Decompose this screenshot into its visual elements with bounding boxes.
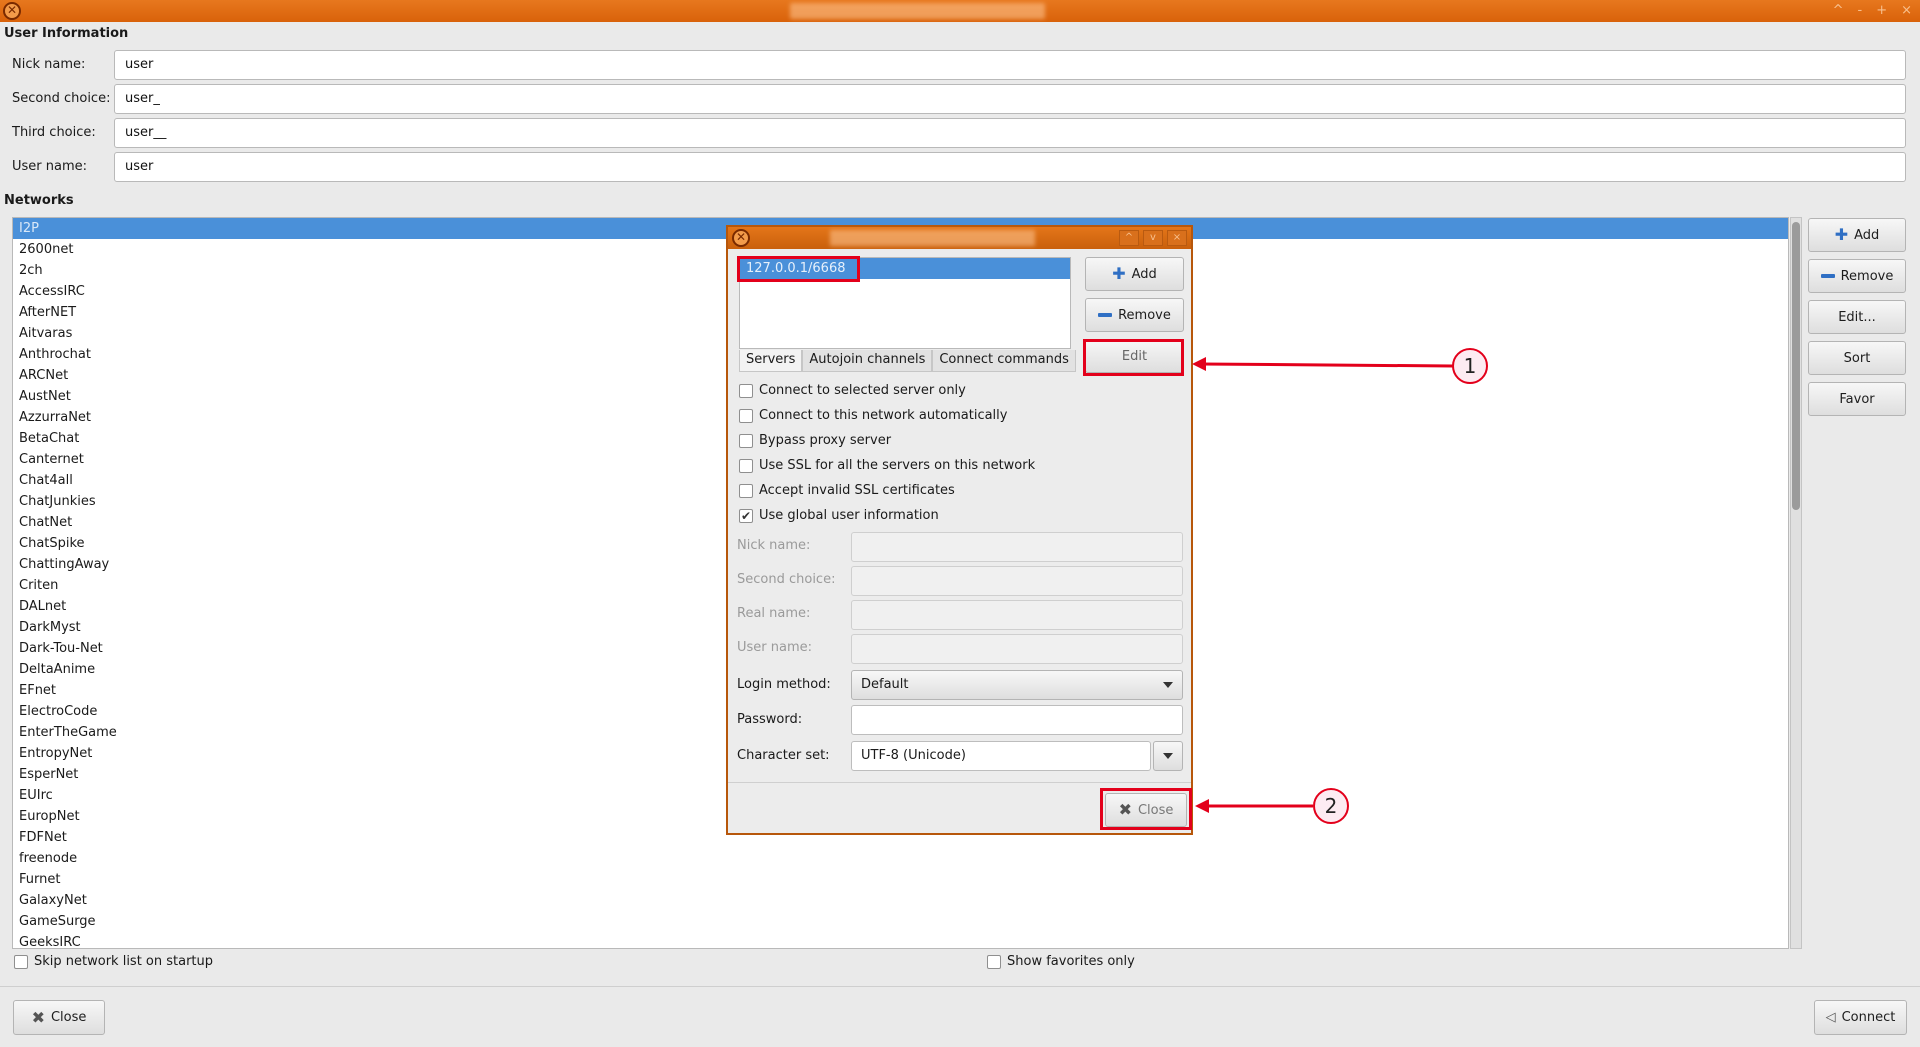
arrow-2-head: [1195, 799, 1209, 813]
arrow-1-head: [1192, 357, 1206, 371]
callout-2: 2: [1313, 788, 1349, 824]
annotation-arrows: [1192, 357, 1454, 813]
callout-1: 1: [1452, 348, 1488, 384]
arrow-1-line: [1199, 362, 1454, 368]
